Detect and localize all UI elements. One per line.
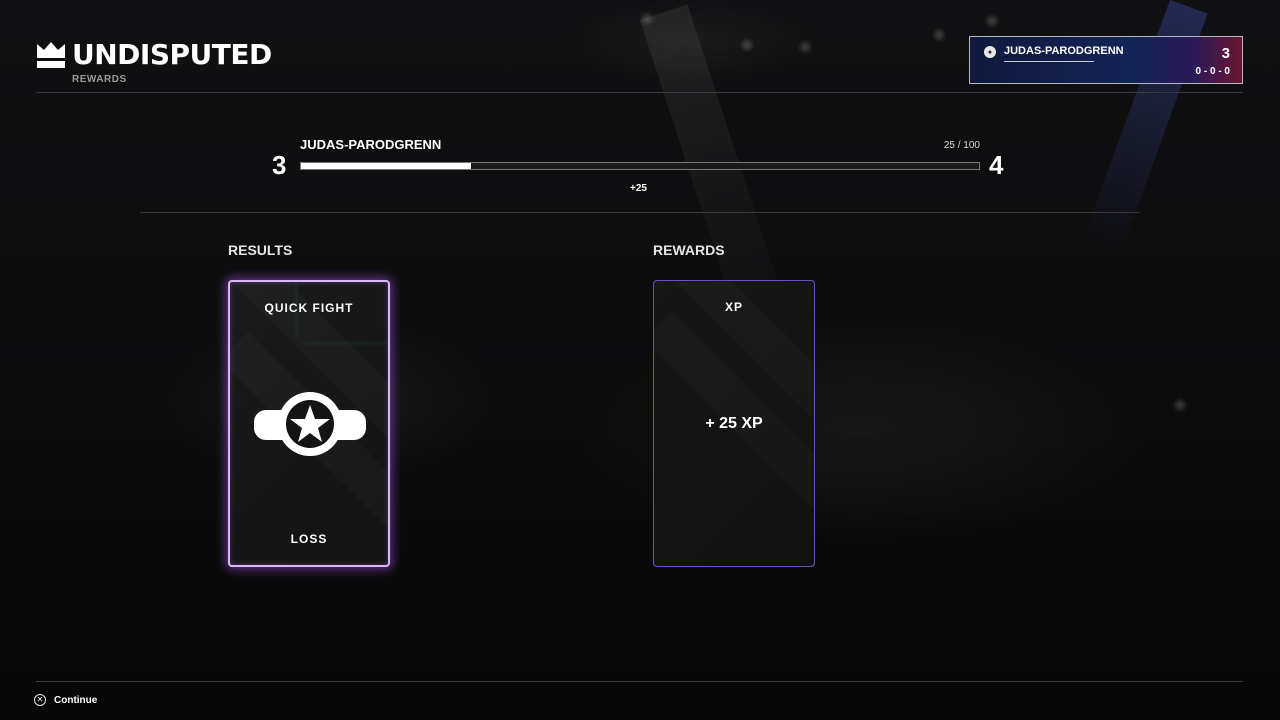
- arena-light: [1175, 400, 1185, 410]
- player-card-level: 3: [1221, 45, 1230, 62]
- arena-light: [800, 42, 810, 52]
- current-level: 3: [272, 150, 287, 180]
- player-card[interactable]: ✦ JUDAS-PARODGRENN 3 0 - 0 - 0: [969, 36, 1243, 84]
- arena-background: [0, 0, 1280, 720]
- header-divider: [36, 92, 1243, 93]
- xp-progress-fill: [301, 163, 471, 169]
- arena-light: [642, 14, 652, 24]
- xp-player-name: JUDAS-PARODGRENN: [300, 137, 442, 152]
- crown-logo-icon: [37, 42, 65, 68]
- player-card-underline: [1004, 61, 1094, 62]
- continue-button[interactable]: ✕ Continue: [34, 694, 97, 706]
- xp-reward-amount: + 25 XP: [705, 415, 763, 432]
- player-card-name: JUDAS-PARODGRENN: [1004, 45, 1124, 57]
- championship-belt-icon: [254, 392, 366, 456]
- results-section-title: RESULTS: [228, 242, 293, 258]
- footer-divider: [36, 681, 1243, 682]
- arena-light: [934, 30, 944, 40]
- rewards-card[interactable]: XP + 25 XP: [653, 280, 815, 567]
- results-card-title: QUICK FIGHT: [264, 301, 354, 315]
- logo-text: UNDISPUTED: [72, 38, 272, 71]
- cross-button-icon: ✕: [34, 694, 46, 706]
- player-card-record: 0 - 0 - 0: [1195, 66, 1230, 77]
- continue-label: Continue: [54, 694, 98, 706]
- page-subtitle: REWARDS: [72, 74, 127, 85]
- results-card[interactable]: QUICK FIGHT LOSS: [228, 280, 390, 567]
- next-level: 4: [989, 150, 1004, 180]
- game-logo: UNDISPUTED: [36, 40, 272, 70]
- xp-progress-count: 25 / 100: [943, 140, 980, 151]
- xp-divider: [140, 212, 1140, 213]
- playstation-icon: ✦: [984, 46, 996, 58]
- xp-gain: +25: [630, 183, 647, 194]
- results-outcome: LOSS: [290, 532, 328, 546]
- rewards-section-title: REWARDS: [653, 242, 725, 258]
- arena-light: [742, 40, 752, 50]
- rewards-card-title: XP: [724, 300, 743, 314]
- arena-light: [987, 16, 997, 26]
- xp-progress-bar: [300, 162, 980, 170]
